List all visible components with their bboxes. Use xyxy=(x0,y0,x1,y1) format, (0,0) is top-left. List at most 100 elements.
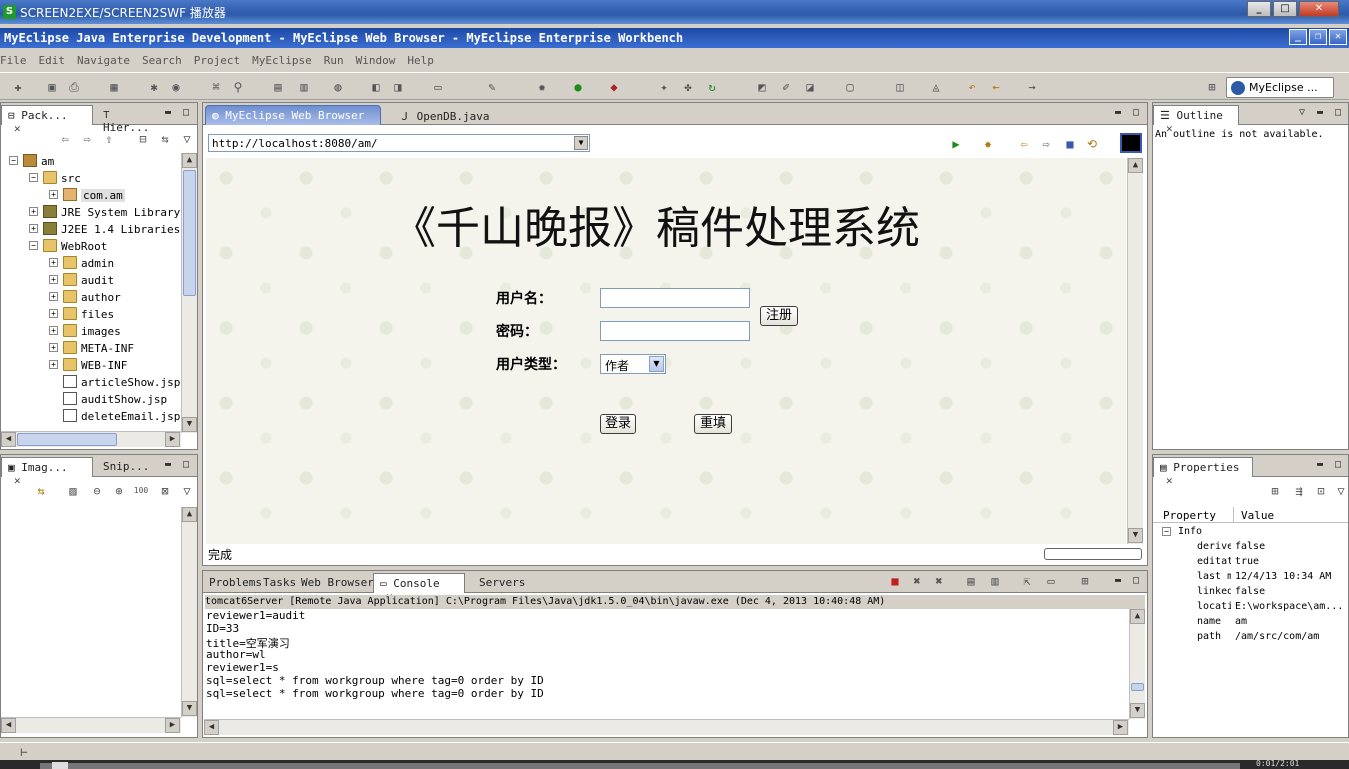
browser-globe-icon[interactable]: ◍ xyxy=(330,79,346,95)
scroll-left-icon[interactable]: ◀ xyxy=(1,432,16,447)
tab-console[interactable]: ▭ Console ✕ xyxy=(373,573,465,603)
player-seek-track[interactable] xyxy=(40,763,1240,769)
image-vertical-scrollbar[interactable]: ▲ ▼ xyxy=(181,507,197,717)
tree-item[interactable]: − am xyxy=(1,153,181,170)
scroll-right-icon[interactable]: ▶ xyxy=(1113,720,1128,735)
forward-icon[interactable]: → xyxy=(1024,79,1040,95)
run-icon[interactable]: ● xyxy=(570,79,586,95)
go-icon[interactable]: ▶ xyxy=(948,136,964,152)
console-scroll-thumb[interactable] xyxy=(1131,683,1144,691)
browser-forward-icon[interactable]: ⇨ xyxy=(1038,136,1054,152)
expand-icon[interactable]: + xyxy=(29,207,38,216)
open-type-icon[interactable]: ◧ xyxy=(368,79,384,95)
tree-hscroll-thumb[interactable] xyxy=(17,433,117,446)
maximize-icon[interactable]: □ xyxy=(183,459,189,470)
tab-servers[interactable]: Servers xyxy=(473,573,531,593)
scroll-down-icon[interactable]: ▼ xyxy=(182,701,197,716)
tab-opendb-java[interactable]: Ｊ OpenDB.java xyxy=(393,105,503,125)
minimize-icon[interactable]: ▬ xyxy=(165,459,171,470)
back-nav-icon[interactable]: ⇦ xyxy=(57,131,73,147)
scroll-up-icon[interactable]: ▲ xyxy=(182,507,197,522)
scroll-down-icon[interactable]: ▼ xyxy=(1128,528,1143,543)
minimize-icon[interactable]: ▬ xyxy=(1317,459,1323,470)
minimize-icon[interactable]: ▬ xyxy=(1317,107,1323,118)
menu-navigate[interactable]: Navigate xyxy=(77,52,130,67)
expand-icon[interactable]: + xyxy=(49,275,58,284)
stop-icon[interactable]: ■ xyxy=(1062,136,1078,152)
tree-item[interactable]: deleteEmail.jsp xyxy=(1,408,181,425)
expand-icon[interactable]: + xyxy=(49,292,58,301)
menu-file[interactable]: File xyxy=(0,52,27,67)
save-icon[interactable]: ▣ xyxy=(44,79,60,95)
scroll-up-icon[interactable]: ▲ xyxy=(1128,158,1143,173)
maximize-icon[interactable]: □ xyxy=(183,107,189,118)
link-icon[interactable]: ◪ xyxy=(802,79,818,95)
player-minimize-button[interactable]: _ xyxy=(1247,1,1271,17)
password-input[interactable] xyxy=(600,321,750,341)
minimize-icon[interactable]: ▬ xyxy=(1115,107,1121,118)
fast-view-icon[interactable]: ⊢ xyxy=(16,744,32,760)
remove-launch-icon[interactable]: ✖ xyxy=(909,573,925,589)
view-menu-icon[interactable]: ▽ xyxy=(1299,107,1305,118)
ide-close-button[interactable]: ✕ xyxy=(1329,29,1347,45)
reset-button[interactable]: 重填 xyxy=(694,414,732,434)
maximize-icon[interactable]: □ xyxy=(1133,575,1139,586)
refresh-image-icon[interactable]: ⇆ xyxy=(33,483,49,499)
minimize-icon[interactable]: ▬ xyxy=(1115,575,1121,586)
favorites-icon[interactable]: ✸ xyxy=(980,136,996,152)
property-row[interactable]: locati E:\workspace\am... xyxy=(1155,601,1345,616)
open-folder-icon[interactable]: ◩ xyxy=(754,79,770,95)
terminate-icon[interactable]: ■ xyxy=(887,573,903,589)
deploy-icon[interactable]: ▦ xyxy=(106,79,122,95)
view-menu-icon[interactable]: ▽ xyxy=(179,483,195,499)
tab-hierarchy[interactable]: ⊤ Hier... xyxy=(97,105,159,134)
column-value[interactable]: Value xyxy=(1241,509,1274,522)
tree-item[interactable]: + WEB-INF xyxy=(1,357,181,374)
up-icon[interactable]: ⇧ xyxy=(101,131,117,147)
actual-size-icon[interactable]: 100 xyxy=(133,483,149,499)
scroll-right-icon[interactable]: ▶ xyxy=(165,718,180,733)
tab-web-browser-view[interactable]: Web Browser xyxy=(295,573,380,593)
scroll-up-icon[interactable]: ▲ xyxy=(182,153,197,168)
tree-item[interactable]: + JRE System Library xyxy=(1,204,181,221)
collapse-icon[interactable]: − xyxy=(1162,527,1171,536)
next-annotation-icon[interactable]: ◬ xyxy=(928,79,944,95)
tree-item[interactable]: − src xyxy=(1,170,181,187)
chevron-down-icon[interactable]: ▼ xyxy=(649,356,664,372)
debug-icon[interactable]: ✹ xyxy=(534,79,550,95)
player-maximize-button[interactable]: □ xyxy=(1273,1,1297,17)
task-icon[interactable]: ◨ xyxy=(390,79,406,95)
fit-image-icon[interactable]: ▨ xyxy=(65,483,81,499)
image-horizontal-scrollbar[interactable]: ◀ ▶ xyxy=(1,717,181,733)
expand-icon[interactable]: + xyxy=(29,224,38,233)
menu-project[interactable]: Project xyxy=(194,52,240,67)
menu-edit[interactable]: Edit xyxy=(39,52,66,67)
scroll-left-icon[interactable]: ◀ xyxy=(1,718,16,733)
image-icon[interactable]: ▭ xyxy=(430,79,446,95)
scroll-down-icon[interactable]: ▼ xyxy=(182,417,197,432)
player-close-button[interactable]: ✕ xyxy=(1299,1,1339,17)
maximize-icon[interactable]: □ xyxy=(1133,107,1139,118)
new-class-icon[interactable]: ✦ xyxy=(656,79,672,95)
restore-default-icon[interactable]: ⊡ xyxy=(1313,483,1329,499)
tab-outline[interactable]: ☰ Outline ✕ xyxy=(1153,105,1239,135)
menu-window[interactable]: Window xyxy=(356,52,396,67)
zoom-out-icon[interactable]: ⊖ xyxy=(89,483,105,499)
run-server-icon[interactable]: ▤ xyxy=(270,79,286,95)
tree-item[interactable]: + admin xyxy=(1,255,181,272)
usertype-select[interactable]: 作者 ▼ xyxy=(600,354,666,374)
tree-vertical-scrollbar[interactable]: ▲ ▼ xyxy=(181,153,197,433)
ide-minimize-button[interactable]: _ xyxy=(1289,29,1307,45)
minimize-icon[interactable]: ▬ xyxy=(165,107,171,118)
pin-console-icon[interactable]: ⇱ xyxy=(1019,573,1035,589)
browser-back-icon[interactable]: ⇦ xyxy=(1016,136,1032,152)
url-combobox[interactable]: http://localhost:8080/am/ ▼ xyxy=(208,134,590,152)
register-button[interactable]: 注册 xyxy=(760,306,798,326)
expand-icon[interactable]: + xyxy=(49,360,58,369)
open-console-icon[interactable]: ⊞ xyxy=(1077,573,1093,589)
tree-scroll-thumb[interactable] xyxy=(183,170,196,296)
close-icon[interactable]: ✕ xyxy=(1166,474,1173,487)
menu-myeclipse[interactable]: MyEclipse xyxy=(252,52,312,67)
console-horizontal-scrollbar[interactable]: ◀ ▶ xyxy=(204,719,1129,735)
expand-icon[interactable]: + xyxy=(49,326,58,335)
